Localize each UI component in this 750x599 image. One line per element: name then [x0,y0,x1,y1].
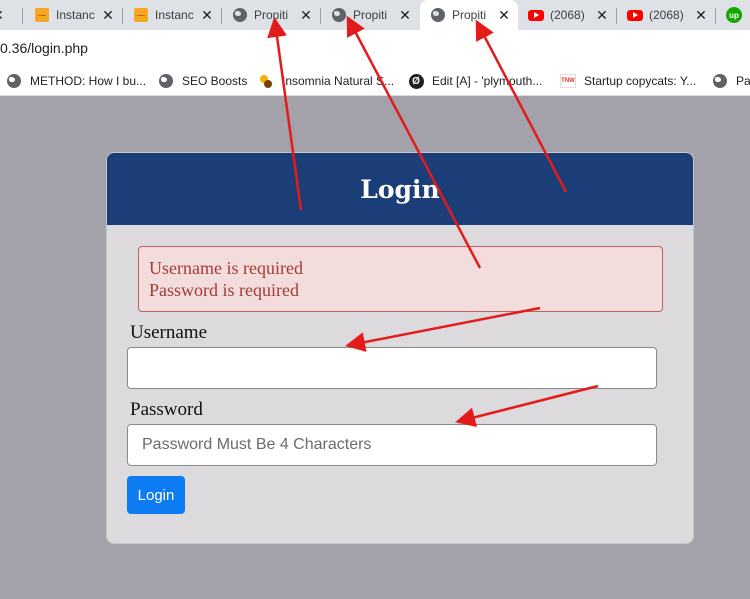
tab-strip: ✕ Instanc ✕ Instanc ✕ Propiti ✕ Propiti … [0,0,750,30]
bookmark-label: Startup copycats: Y... [584,74,697,88]
bookmark-edit[interactable]: Ø Edit [A] - 'plymouth... [408,66,542,96]
globe-icon [158,73,174,89]
login-header: Login [107,153,693,225]
password-input[interactable] [127,424,657,466]
tab-title: (2068) [649,8,684,22]
bookmark-par[interactable]: Par [712,66,750,96]
close-icon[interactable]: ✕ [0,7,6,23]
bookmark-insomnia[interactable]: Insomnia Natural S... [258,66,394,96]
address-bar[interactable]: 0.36/login.php [0,30,750,66]
bookmark-method[interactable]: METHOD: How I bu... [6,66,146,96]
tab-partial[interactable]: ✕ [0,0,14,30]
bookmarks-bar: METHOD: How I bu... SEO Boosts Insomnia … [0,66,750,96]
tab-title: Instanc [155,8,194,22]
edit-icon: Ø [408,73,424,89]
package-icon [133,7,149,23]
tnw-icon: TNW [560,73,576,89]
close-icon[interactable]: ✕ [199,7,215,23]
tab-youtube-2[interactable]: (2068) ✕ [617,0,715,30]
close-icon[interactable]: ✕ [693,7,709,23]
url-text[interactable]: 0.36/login.php [0,30,88,66]
bookmark-label: Edit [A] - 'plymouth... [432,74,543,88]
tab-separator [22,8,23,24]
tab-title: Propiti [353,8,388,22]
upwork-icon: up [726,7,742,23]
youtube-icon [627,7,643,23]
login-button[interactable]: Login [127,476,185,514]
bookmark-label: SEO Boosts [182,74,248,88]
error-alert: Username is required Password is require… [138,246,663,312]
close-icon[interactable]: ✕ [594,7,610,23]
username-input[interactable] [127,347,657,389]
tab-propiti-2[interactable]: Propiti ✕ [321,0,419,30]
globe-icon [430,7,446,23]
tab-title: Instanc [56,8,95,22]
globe-icon [6,73,22,89]
login-card: Login Username is required Password is r… [106,152,694,544]
bookmark-label: Par [736,74,750,88]
globe-icon [232,7,248,23]
tab-instance-1[interactable]: Instanc ✕ [24,0,122,30]
globe-icon [331,7,347,23]
tab-upwork[interactable]: up [716,0,750,30]
bookmark-label: Insomnia Natural S... [282,74,395,88]
bookmark-startup-copycats[interactable]: TNW Startup copycats: Y... [560,66,696,96]
close-icon[interactable]: ✕ [100,7,116,23]
tab-youtube-1[interactable]: (2068) ✕ [518,0,616,30]
login-title: Login [360,174,440,204]
username-label: Username [130,322,208,343]
close-icon[interactable]: ✕ [496,7,512,23]
bookmark-label: METHOD: How I bu... [30,74,147,88]
bee-icon [258,73,274,89]
tab-instance-2[interactable]: Instanc ✕ [123,0,221,30]
tab-title: Propiti [452,8,487,22]
package-icon [34,7,50,23]
tab-propiti-active[interactable]: Propiti ✕ [420,0,518,30]
youtube-icon [528,7,544,23]
tab-title: (2068) [550,8,585,22]
close-icon[interactable]: ✕ [397,7,413,23]
error-password-required: Password is required [149,280,299,300]
password-label: Password [130,399,203,420]
error-username-required: Username is required [149,258,303,278]
tab-propiti-1[interactable]: Propiti ✕ [222,0,320,30]
bookmark-seo-boosts[interactable]: SEO Boosts [158,66,247,96]
globe-icon [712,73,728,89]
close-icon[interactable]: ✕ [298,7,314,23]
tab-title: Propiti [254,8,289,22]
